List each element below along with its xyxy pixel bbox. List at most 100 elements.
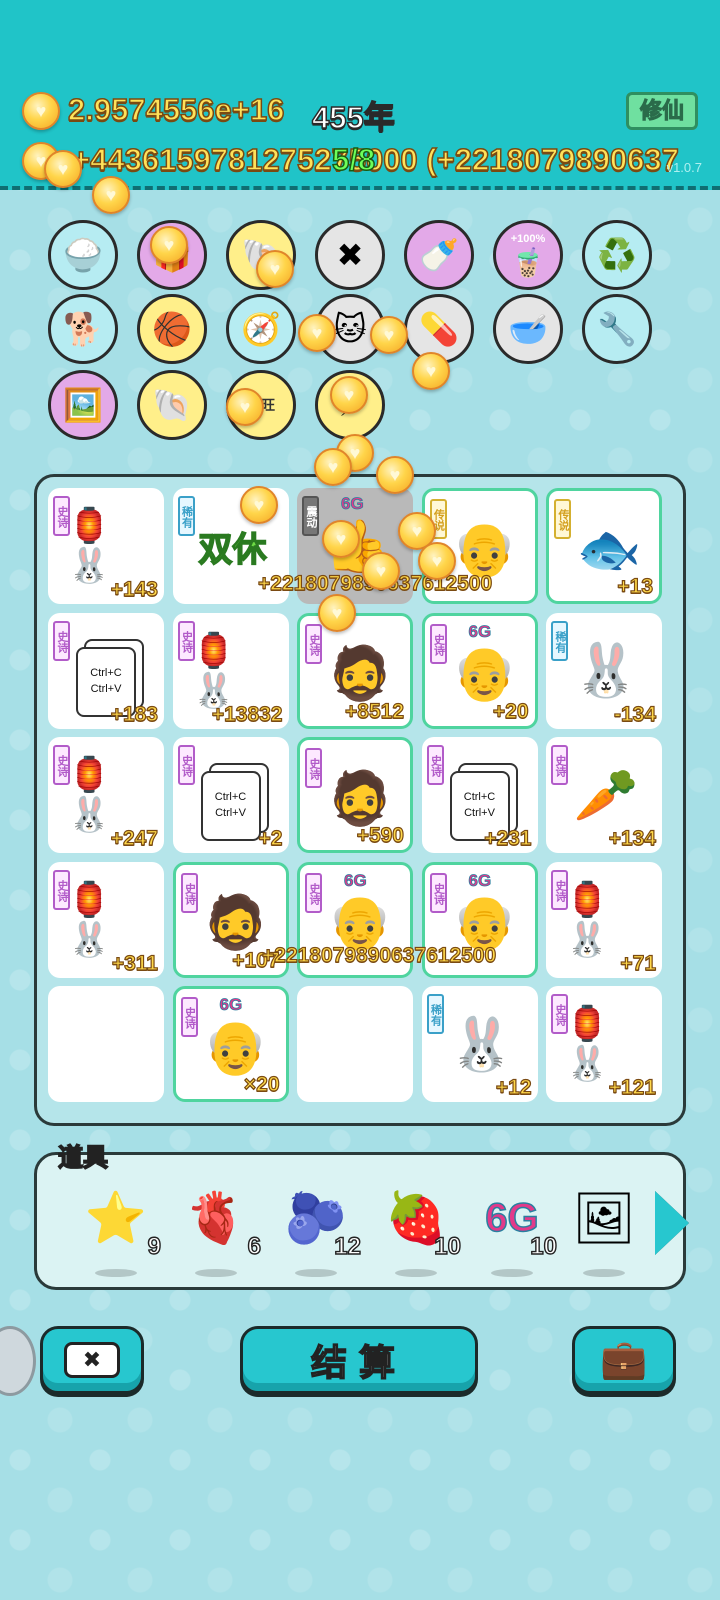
dog-bowl-icon[interactable]: 🥣 xyxy=(493,294,563,364)
liver-icon: 🫀 xyxy=(184,1189,248,1246)
flying-coin-icon xyxy=(44,150,82,188)
tool-count: 9 xyxy=(147,1232,162,1260)
board-cell[interactable]: 史诗 🧔 +8512 xyxy=(297,612,413,729)
tire-pump-icon[interactable]: 🔧 xyxy=(582,294,652,364)
cell-value: +8512 xyxy=(344,699,404,723)
flying-coin-icon xyxy=(256,250,294,288)
paste-text: Ctrl+V xyxy=(464,807,495,819)
rice-bowl-icon[interactable]: 🍚 xyxy=(48,220,118,290)
symbol-icon: 🏮🐰 xyxy=(566,1005,609,1083)
board-cell[interactable]: 史诗 🏮🐰 +121 xyxy=(546,986,662,1102)
copy-text: Ctrl+C xyxy=(90,666,122,679)
payout-overlay-2: +2218079890637612500 xyxy=(261,943,497,967)
board-cell[interactable]: 稀有 🐰 +12 xyxy=(421,986,538,1102)
settle-button[interactable]: 结算 xyxy=(240,1326,478,1394)
symbol-icon: 🐰 xyxy=(573,642,639,700)
settle-label: 结算 xyxy=(310,1341,407,1384)
flying-coin-icon xyxy=(362,552,400,590)
time-poster-icon[interactable]: 🖼️ xyxy=(48,370,118,440)
cell-value: ×20 xyxy=(243,1072,280,1096)
board-cell[interactable]: 史诗 🏮🐰 +143 xyxy=(48,488,164,604)
flying-coin-icon xyxy=(226,388,264,426)
tool-shadow xyxy=(95,1269,137,1277)
milk-pump-icon[interactable]: 🍼 xyxy=(404,220,474,290)
income-text: +4436159781275275000 (+2218079890637 xyxy=(72,142,680,178)
tool-count: 6 xyxy=(247,1232,262,1260)
tool-shadow xyxy=(295,1269,337,1277)
flying-coin-icon xyxy=(330,376,368,414)
cell-value: +2 xyxy=(258,826,283,850)
rarity-tag: 史诗 xyxy=(53,620,70,661)
tool-shadow xyxy=(195,1269,237,1277)
flying-coin-icon xyxy=(370,316,408,354)
board-cell[interactable]: 史诗 6G 👴 ×20 xyxy=(172,986,289,1102)
symbol-icon: 🏮🐰 xyxy=(192,631,235,710)
recycle-icon[interactable]: ♻️ xyxy=(582,220,652,290)
cell-value: +13 xyxy=(617,574,654,598)
sunglasses-dog-icon[interactable]: 🐕 xyxy=(48,294,118,364)
board-cell[interactable]: 史诗 🥕 +134 xyxy=(546,737,662,853)
flying-coin-icon xyxy=(318,594,356,632)
board-cell[interactable]: 史诗 🏮🐰 +13832 xyxy=(172,612,289,729)
star-icon: ⭐ xyxy=(84,1189,148,1246)
tool-6g[interactable]: 6G 10 xyxy=(473,1183,558,1277)
board-cell[interactable]: 史诗 Ctrl+C Ctrl+V +183 xyxy=(48,612,164,729)
spin-count: 5/8 xyxy=(331,141,376,178)
ctrl-copy-card-icon: Ctrl+C Ctrl+V xyxy=(200,771,261,841)
tool-count: 10 xyxy=(434,1232,462,1260)
cell-value: +12 xyxy=(495,1075,532,1099)
flying-coin-icon xyxy=(314,448,352,486)
portrait-icon: 🖼 xyxy=(572,1189,636,1246)
rarity-tag: 史诗 xyxy=(426,745,444,785)
board-cell[interactable] xyxy=(297,986,413,1102)
tools-panel: ⭐ 9 🫀 6 🫐 12 🍓 10 6G 10 🖼 xyxy=(34,1152,689,1290)
board-cell[interactable]: 史诗 Ctrl+C Ctrl+V +231 xyxy=(421,737,538,853)
compass-icon[interactable]: 🧭 xyxy=(226,294,296,364)
cell-value: +311 xyxy=(111,951,158,975)
board-cell[interactable]: 史诗 🧔 +590 xyxy=(297,737,413,853)
remove-symbol-icon[interactable]: ✖ xyxy=(315,220,385,290)
cell-value: +13832 xyxy=(211,702,283,726)
tool-star[interactable]: ⭐ 9 xyxy=(77,1183,162,1277)
cell-value: +143 xyxy=(110,577,159,601)
briefcase-icon: 💼 xyxy=(600,1339,648,1381)
next-arrow-icon[interactable] xyxy=(655,1191,689,1255)
cell-value: +134 xyxy=(608,826,657,850)
cell-value: -134 xyxy=(613,702,656,726)
tools-label: 道具 xyxy=(57,1143,109,1173)
symbol-icon: 🥕 xyxy=(573,766,639,825)
scallop-icon[interactable]: 🐚 xyxy=(137,370,207,440)
tool-liver[interactable]: 🫀 6 xyxy=(177,1183,262,1277)
board-cell[interactable]: 史诗 🏮🐰 +311 xyxy=(48,861,164,978)
inventory-button[interactable]: 💼 xyxy=(572,1326,676,1394)
board-cell[interactable]: 史诗 🏮🐰 +247 xyxy=(48,737,164,853)
board-cell[interactable]: 史诗 Ctrl+C Ctrl+V +2 xyxy=(172,737,289,853)
symbol-icon: 🏮🐰 xyxy=(68,756,111,834)
tool-lychee[interactable]: 🍓 10 xyxy=(377,1183,462,1277)
symbol-icon: 🏮🐰 xyxy=(68,880,111,959)
money-counter: 2.9574556e+16 xyxy=(67,91,285,128)
board-cell[interactable]: 史诗 🏮🐰 +71 xyxy=(546,861,662,978)
tool-blueberry[interactable]: 🫐 12 xyxy=(277,1183,362,1277)
boba-cup-icon[interactable]: +100% 🧋 xyxy=(493,220,563,290)
board-cell[interactable]: 稀有 🐰 -134 xyxy=(546,612,662,729)
cell-value: +590 xyxy=(356,823,405,847)
symbol-icon: 🏮🐰 xyxy=(68,507,111,585)
flying-coin-icon xyxy=(92,176,130,214)
cell-value: +20 xyxy=(492,699,529,723)
basketballs-icon[interactable]: 🏀 xyxy=(137,294,207,364)
board-cell[interactable] xyxy=(48,986,164,1102)
tool-shadow xyxy=(583,1269,625,1277)
board-cell[interactable]: 传说 🐟 +13 xyxy=(546,488,662,604)
remove-symbol-icon: ✖ xyxy=(64,1342,120,1378)
cell-value: +231 xyxy=(484,826,533,850)
remove-button[interactable]: ✖ xyxy=(40,1326,144,1394)
paste-text: Ctrl+V xyxy=(90,682,122,695)
cultivate-button[interactable]: 修仙 xyxy=(626,92,698,130)
year-counter: 455年 xyxy=(311,99,395,136)
board-cell[interactable]: 史诗 6G 👴 +20 xyxy=(421,612,538,729)
flying-coin-icon xyxy=(150,226,188,264)
cell-value: +247 xyxy=(110,826,159,850)
flying-coin-icon xyxy=(298,314,336,352)
tool-portrait[interactable]: 🖼 xyxy=(565,1183,645,1277)
